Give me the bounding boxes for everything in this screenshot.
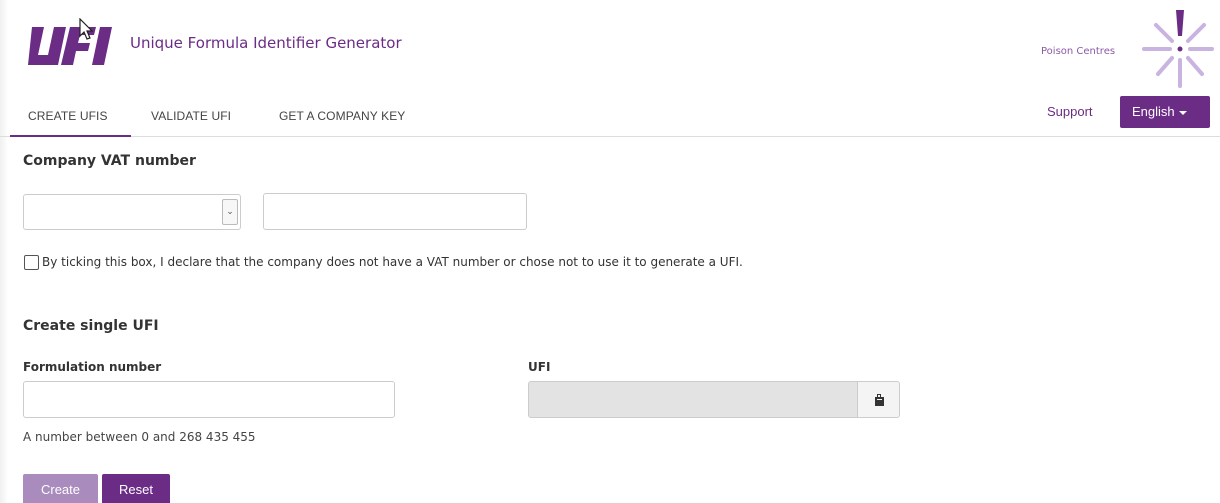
app-title[interactable]: Unique Formula Identifier Generator (130, 34, 402, 52)
vat-number-input[interactable] (263, 193, 527, 230)
country-select[interactable]: ⌄ (23, 194, 241, 230)
ufi-label: UFI (528, 360, 551, 374)
language-dropdown-button[interactable]: English (1120, 96, 1210, 128)
copy-ufi-button[interactable] (857, 381, 900, 418)
create-button[interactable]: Create (23, 474, 98, 503)
tab-get-company-key[interactable]: GET A COMPANY KEY (279, 96, 405, 137)
copy-icon (875, 394, 884, 406)
language-label: English (1132, 104, 1175, 119)
caret-down-icon (1178, 110, 1187, 115)
no-vat-checkbox[interactable] (24, 255, 39, 270)
support-link[interactable]: Support (1047, 104, 1093, 119)
poison-centres-link[interactable]: Poison Centres (1041, 46, 1115, 57)
reset-button[interactable]: Reset (102, 474, 170, 503)
main-nav: CREATE UFIS VALIDATE UFI GET A COMPANY K… (0, 96, 1220, 137)
tab-create-ufis[interactable]: CREATE UFIS (10, 96, 131, 137)
app-header: Unique Formula Identifier Generator Pois… (0, 0, 1220, 95)
vat-section-heading: Company VAT number (23, 153, 196, 169)
poison-centres-icon[interactable] (1140, 8, 1214, 90)
ufi-logo[interactable] (24, 25, 114, 69)
formulation-number-label: Formulation number (23, 360, 162, 374)
tab-validate-ufi[interactable]: VALIDATE UFI (151, 96, 231, 137)
formulation-number-input[interactable] (23, 381, 395, 418)
chevron-down-icon[interactable]: ⌄ (222, 199, 238, 225)
formulation-helper-text: A number between 0 and 268 435 455 (23, 430, 256, 444)
ufi-output-field[interactable] (528, 381, 858, 418)
mouse-cursor-icon (79, 18, 93, 40)
single-ufi-heading: Create single UFI (23, 318, 159, 334)
no-vat-checkbox-label[interactable]: By ticking this box, I declare that the … (42, 255, 743, 269)
